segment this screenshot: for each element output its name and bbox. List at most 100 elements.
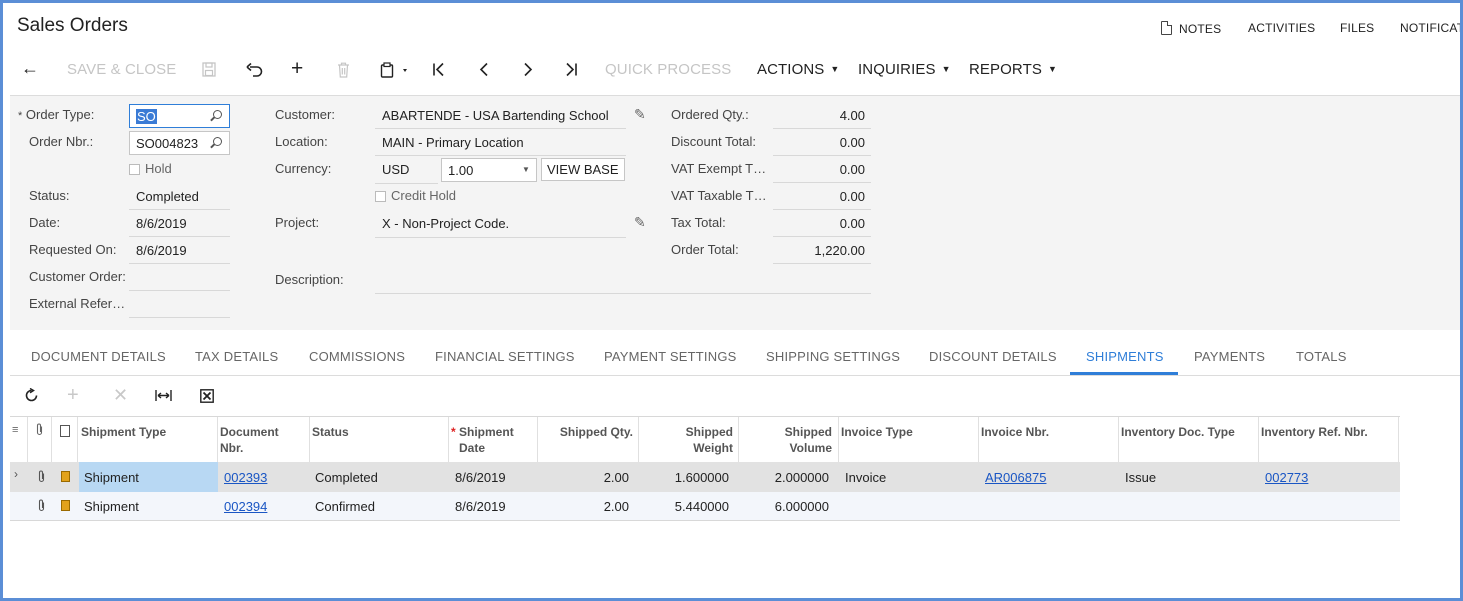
- col-invoice-nbr[interactable]: Invoice Nbr.: [981, 424, 1049, 440]
- order-type-field[interactable]: SO: [129, 104, 230, 128]
- add-row-icon[interactable]: +: [67, 384, 79, 407]
- order-total-label: Order Total:: [671, 242, 739, 257]
- location-underline: [375, 155, 626, 156]
- col-shipped-weight[interactable]: Shipped Weight: [643, 424, 733, 456]
- tab-payments[interactable]: PAYMENTS: [1194, 349, 1265, 364]
- fit-columns-icon[interactable]: [155, 389, 172, 405]
- note-icon[interactable]: [61, 471, 70, 482]
- customer-order-field[interactable]: [129, 290, 230, 291]
- cell-status: Completed: [315, 470, 378, 485]
- tab-commissions[interactable]: COMMISSIONS: [309, 349, 405, 364]
- order-nbr-value: SO004823: [136, 136, 199, 151]
- tab-discount-details[interactable]: DISCOUNT DETAILS: [929, 349, 1057, 364]
- col-shipment-type[interactable]: Shipment Type: [81, 424, 166, 440]
- delete-icon[interactable]: [337, 62, 350, 81]
- credit-hold-checkbox[interactable]: [375, 191, 386, 202]
- search-icon[interactable]: [213, 110, 222, 119]
- refresh-icon[interactable]: [24, 387, 39, 406]
- last-record-icon[interactable]: [564, 62, 578, 80]
- tab-payment-settings[interactable]: PAYMENT SETTINGS: [604, 349, 737, 364]
- cell-document-nbr-link[interactable]: 002393: [224, 470, 267, 485]
- caret-down-icon: ▼: [522, 165, 530, 174]
- col-shipment-date[interactable]: * Shipment Date: [451, 424, 514, 456]
- attachment-icon[interactable]: [37, 499, 46, 515]
- order-nbr-field[interactable]: SO004823: [129, 131, 230, 155]
- notifications-link[interactable]: NOTIFICAT: [1400, 21, 1460, 35]
- caret-down-icon: ▼: [941, 64, 951, 74]
- inquiries-menu[interactable]: INQUIRIES ▼: [858, 61, 951, 78]
- first-record-icon[interactable]: [432, 62, 446, 80]
- activities-link[interactable]: ACTIVITIES: [1248, 21, 1315, 35]
- save-icon[interactable]: [202, 62, 216, 80]
- project-value[interactable]: X - Non-Project Code.: [382, 216, 509, 231]
- actions-label: ACTIONS: [757, 61, 825, 78]
- reports-label: REPORTS: [969, 61, 1042, 78]
- currency-label: Currency:: [275, 161, 332, 176]
- description-field[interactable]: [375, 293, 871, 294]
- hold-checkbox[interactable]: [129, 164, 140, 175]
- files-link[interactable]: FILES: [1340, 21, 1374, 35]
- cell-shipment-date[interactable]: 8/6/2019: [455, 470, 506, 485]
- row-expand-icon[interactable]: ›: [14, 467, 18, 481]
- clipboard-icon[interactable]: [380, 62, 410, 81]
- pencil-icon[interactable]: ✎: [634, 214, 646, 231]
- search-icon[interactable]: [213, 137, 222, 146]
- cell-shipment-type[interactable]: Shipment: [84, 470, 139, 485]
- attachment-icon[interactable]: [37, 470, 46, 486]
- col-divider: [738, 417, 739, 462]
- col-inventory-ref-nbr[interactable]: Inventory Ref. Nbr.: [1261, 424, 1368, 440]
- col-inventory-doc-type[interactable]: Inventory Doc. Type: [1121, 424, 1235, 440]
- currency-value[interactable]: USD: [382, 162, 409, 177]
- external-ref-field[interactable]: [129, 317, 230, 318]
- requested-on-value[interactable]: 8/6/2019: [136, 243, 187, 258]
- undo-icon[interactable]: [246, 62, 263, 80]
- previous-record-icon[interactable]: [479, 62, 489, 80]
- vat-exempt-value: 0.00: [839, 162, 865, 177]
- cell-shipment-date[interactable]: 8/6/2019: [455, 499, 506, 514]
- col-invoice-type[interactable]: Invoice Type: [841, 424, 913, 440]
- next-record-icon[interactable]: [523, 62, 533, 80]
- tab-shipments[interactable]: SHIPMENTS: [1086, 349, 1164, 364]
- page-title: Sales Orders: [17, 15, 128, 36]
- currency-rate-select[interactable]: 1.00 ▼: [441, 158, 537, 182]
- col-document-nbr[interactable]: Document Nbr.: [220, 424, 279, 456]
- order-nbr-label: Order Nbr.:: [29, 134, 94, 149]
- save-close-button[interactable]: SAVE & CLOSE: [67, 61, 176, 78]
- reports-menu[interactable]: REPORTS ▼: [969, 61, 1057, 78]
- tab-tax-details[interactable]: TAX DETAILS: [195, 349, 278, 364]
- tab-document-details[interactable]: DOCUMENT DETAILS: [31, 349, 166, 364]
- date-value[interactable]: 8/6/2019: [136, 216, 187, 231]
- note-icon[interactable]: [61, 500, 70, 511]
- col-shipped-volume[interactable]: Shipped Volume: [743, 424, 832, 456]
- description-label: Description:: [275, 272, 344, 287]
- discount-total-value: 0.00: [839, 135, 865, 150]
- pencil-icon[interactable]: ✎: [634, 106, 646, 123]
- attachment-header-icon: [35, 423, 44, 439]
- col-divider: [1258, 417, 1259, 462]
- notes-link[interactable]: NOTES: [1161, 21, 1221, 36]
- delete-row-icon[interactable]: ✕: [113, 385, 128, 406]
- customer-value[interactable]: ABARTENDE - USA Bartending School: [382, 108, 609, 123]
- cell-shipment-type[interactable]: Shipment: [84, 499, 139, 514]
- actions-menu[interactable]: ACTIONS ▼: [757, 61, 839, 78]
- note-icon: [1161, 21, 1172, 35]
- back-arrow-icon[interactable]: ←: [21, 58, 39, 79]
- discount-total-underline: [773, 155, 871, 156]
- app-window: Sales Orders NOTES ACTIVITIES FILES NOTI…: [0, 0, 1463, 601]
- cell-document-nbr-link[interactable]: 002394: [224, 499, 267, 514]
- tab-totals[interactable]: TOTALS: [1296, 349, 1347, 364]
- customer-order-label: Customer Order:: [29, 269, 126, 284]
- add-icon[interactable]: +: [291, 57, 303, 81]
- col-shipped-qty[interactable]: Shipped Qty.: [541, 424, 633, 440]
- row-selector-header-icon[interactable]: ≡: [12, 424, 18, 436]
- col-divider: [978, 417, 979, 462]
- cell-inventory-ref-nbr-link[interactable]: 002773: [1265, 470, 1308, 485]
- quick-process-button[interactable]: QUICK PROCESS: [605, 61, 731, 78]
- view-base-button[interactable]: VIEW BASE: [541, 158, 625, 181]
- cell-invoice-nbr-link[interactable]: AR006875: [985, 470, 1046, 485]
- col-status[interactable]: Status: [312, 424, 349, 440]
- tab-shipping-settings[interactable]: SHIPPING SETTINGS: [766, 349, 900, 364]
- location-value[interactable]: MAIN - Primary Location: [382, 135, 524, 150]
- excel-export-icon[interactable]: [200, 389, 214, 406]
- tab-financial-settings[interactable]: FINANCIAL SETTINGS: [435, 349, 575, 364]
